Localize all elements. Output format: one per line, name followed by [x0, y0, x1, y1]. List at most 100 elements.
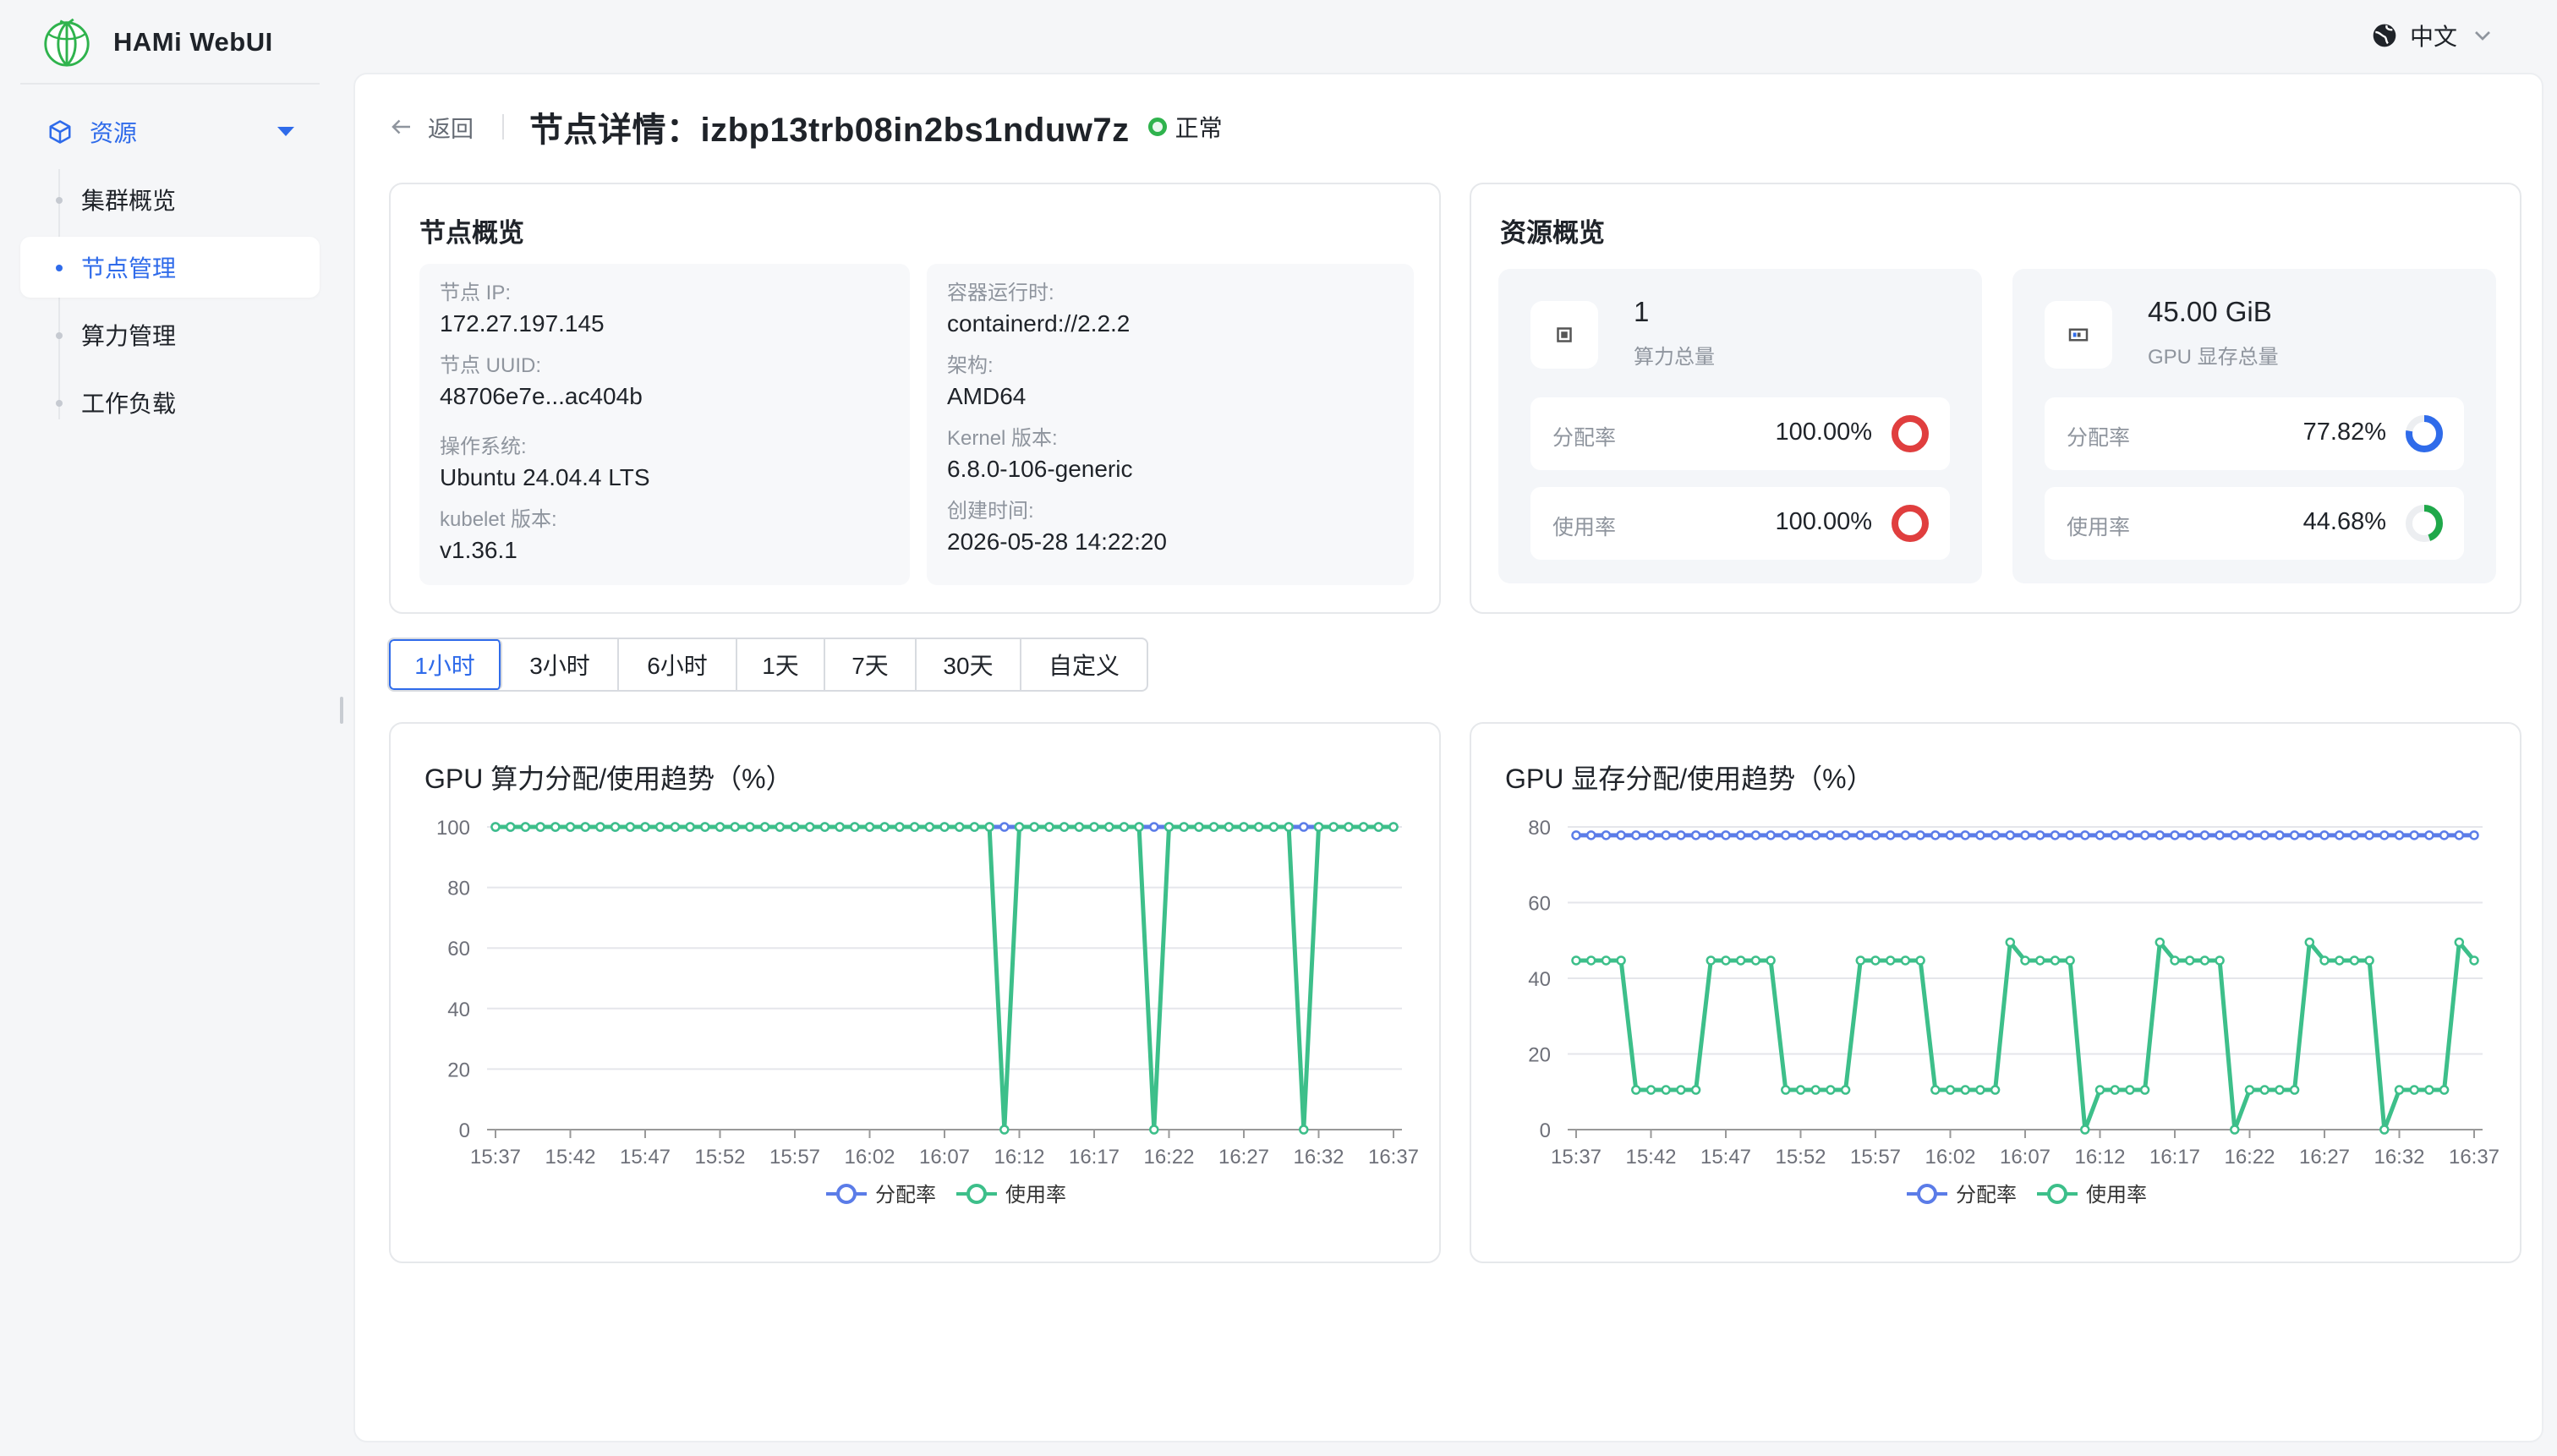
x-tick-label: 15:57: [769, 1146, 820, 1169]
data-point: [715, 822, 725, 832]
info-value: 6.8.0-106-generic: [947, 456, 1133, 482]
data-point: [580, 822, 590, 832]
data-point: [2394, 830, 2405, 840]
data-point: [2409, 830, 2419, 840]
memory-trend-chart[interactable]: 0 20 40 60 80 15:37 15:42 15:47 15:52 15:57 16:02 1…: [1471, 724, 2523, 1265]
sidebar-group-resources[interactable]: 资源: [20, 101, 320, 162]
data-point: [1601, 955, 1612, 966]
legend-marker: [1917, 1184, 1937, 1204]
data-point: [1885, 830, 1896, 840]
page-title: 节点详情：izbp13trb08in2bs1nduw7z: [529, 112, 1130, 149]
data-point: [1945, 1085, 1956, 1095]
data-point: [1585, 830, 1596, 840]
data-point: [1601, 830, 1612, 840]
x-tick-label: 15:42: [1625, 1146, 1676, 1169]
data-point: [1179, 822, 1189, 832]
data-point: [2349, 830, 2360, 840]
data-point: [819, 822, 830, 832]
status-badge: 正常: [1147, 110, 1223, 144]
data-point: [1885, 955, 1896, 966]
data-point: [984, 822, 994, 832]
data-point: [1930, 830, 1941, 840]
data-point: [1766, 955, 1776, 966]
range-6h-button[interactable]: 6小时: [619, 639, 737, 690]
y-tick-label: 80: [1528, 817, 1551, 840]
data-point: [2275, 830, 2285, 840]
data-point: [2170, 830, 2180, 840]
data-point: [1900, 830, 1911, 840]
compute-trend-chart[interactable]: 0 20 40 60 80 100 15:37 15:42 15:47 15:52 15:57 16:…: [391, 724, 1443, 1265]
donut-gauge: [1892, 505, 1929, 542]
info-label: 创建时间:: [947, 500, 1034, 523]
node-info-right: 容器运行时: containerd://2.2.2 架构: AMD64 Kern…: [927, 264, 1414, 585]
data-point: [2199, 830, 2210, 840]
data-point: [999, 1125, 1010, 1135]
data-point: [2289, 830, 2300, 840]
dot-icon: [56, 332, 63, 339]
sidebar-resize-handle[interactable]: [340, 697, 343, 724]
info-value: containerd://2.2.2: [947, 310, 1131, 337]
sidebar-item-cluster-overview[interactable]: 集群概览: [20, 169, 320, 230]
data-point: [1975, 830, 1985, 840]
range-30d-button[interactable]: 30天: [917, 639, 1021, 690]
data-point: [2424, 830, 2434, 840]
data-point: [700, 822, 710, 832]
data-point: [565, 822, 576, 832]
data-point: [2139, 830, 2150, 840]
info-item: 节点 IP: 172.27.197.145: [440, 276, 605, 337]
x-tick-label: 16:12: [2074, 1146, 2125, 1169]
range-7d-button[interactable]: 7天: [825, 639, 917, 690]
range-custom-button[interactable]: 自定义: [1021, 639, 1147, 690]
range-1d-button[interactable]: 1天: [737, 639, 825, 690]
info-item: 创建时间: 2026-05-28 14:22:20: [947, 494, 1167, 556]
sidebar-item-workloads[interactable]: 工作负载: [20, 372, 320, 433]
usage-label: 使用率: [1552, 516, 1617, 539]
series-line-1: [496, 824, 1393, 1132]
brand[interactable]: HAMi WebUI: [41, 15, 273, 69]
globe-icon: [2373, 24, 2396, 47]
main-panel: 返回 节点详情：izbp13trb08in2bs1nduw7z 正常 节点概览 …: [353, 73, 2543, 1442]
memory-icon: [2045, 301, 2112, 369]
data-point: [850, 822, 860, 832]
data-point: [2334, 830, 2345, 840]
sidebar-item-compute-management[interactable]: 算力管理: [20, 304, 320, 365]
data-point: [924, 822, 935, 832]
data-point: [1661, 1085, 1671, 1095]
range-3h-button[interactable]: 3小时: [502, 639, 619, 690]
gauge-fill: [1892, 415, 1929, 452]
data-point: [1224, 822, 1235, 832]
info-label: Kernel 版本:: [947, 427, 1058, 450]
data-point: [745, 822, 755, 832]
language-switcher[interactable]: 中文: [2371, 19, 2496, 52]
data-point: [2155, 830, 2166, 840]
memory-trend-card: GPU 显存分配/使用趋势（%） 0 20 40 60 80 15:37 15:42 15:4…: [1470, 722, 2521, 1263]
sidebar-item-node-management[interactable]: 节点管理: [20, 237, 320, 298]
data-point: [1676, 1085, 1686, 1095]
x-tick-label: 16:07: [2000, 1146, 2051, 1169]
data-point: [2005, 937, 2016, 948]
data-point: [2034, 955, 2045, 966]
data-point: [1571, 830, 1581, 840]
data-point: [2020, 955, 2030, 966]
data-point: [2215, 955, 2225, 966]
data-point: [895, 822, 905, 832]
header-divider: [502, 114, 504, 140]
data-point: [775, 822, 786, 832]
data-point: [1900, 955, 1911, 966]
data-point: [999, 822, 1010, 832]
x-tick-label: 16:17: [2149, 1146, 2200, 1169]
data-point: [1149, 822, 1159, 832]
info-label: 节点 UUID:: [440, 354, 541, 377]
back-button[interactable]: 返回: [389, 111, 474, 144]
node-overview-card: 节点概览 节点 IP: 172.27.197.145 节点 UUID: 4870…: [389, 183, 1441, 614]
data-point: [1208, 822, 1219, 832]
data-point: [1585, 955, 1596, 966]
y-tick-label: 0: [1540, 1119, 1551, 1142]
y-tick-label: 20: [1528, 1044, 1551, 1067]
data-point: [1299, 1125, 1309, 1135]
data-point: [1706, 955, 1717, 966]
compute-total-caption: 算力总量: [1634, 346, 1715, 369]
data-point: [1915, 830, 1925, 840]
info-item: kubelet 版本: v1.36.1: [440, 502, 557, 564]
range-1h-button[interactable]: 1小时: [389, 639, 502, 690]
